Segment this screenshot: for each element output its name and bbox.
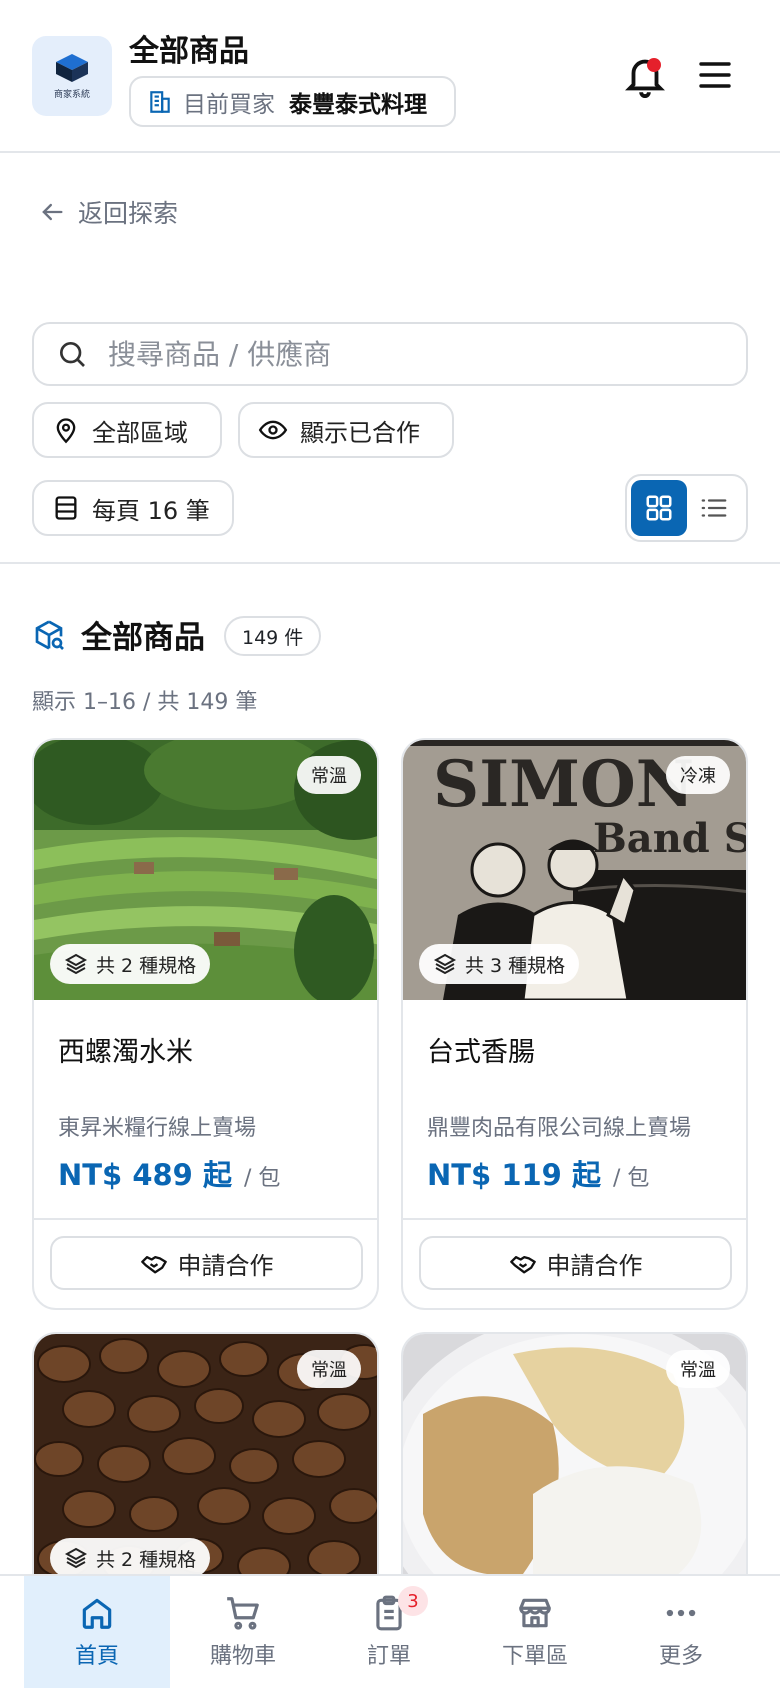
- poster-sign-line-2: Band S: [593, 815, 746, 862]
- product-image-grains-flour[interactable]: 常溫: [403, 1334, 746, 1594]
- card-divider: [34, 1218, 377, 1220]
- nav-item-cart[interactable]: 購物車: [170, 1576, 316, 1688]
- buyer-name: 泰豐泰式料理: [289, 91, 427, 118]
- temperature-badge: 冷凍: [666, 756, 730, 794]
- product-image-vintage-poster[interactable]: SIMON Band S 冷凍 共 3 種規格: [403, 740, 746, 1000]
- arrow-left-icon: [42, 203, 63, 221]
- search-icon: [60, 342, 85, 367]
- orders-count-badge: 3: [398, 1586, 428, 1616]
- card-divider: [403, 1218, 746, 1220]
- per-page-label: 每頁 16 筆: [92, 496, 210, 525]
- app-header: 商家系統 全部商品 目前買家 泰豐泰式料理: [0, 0, 780, 153]
- price-unit: / 包: [612, 1166, 650, 1191]
- nav-item-orders[interactable]: 訂單 3: [316, 1576, 462, 1688]
- cart-icon: [227, 1597, 259, 1630]
- hamburger-menu-icon[interactable]: [697, 58, 733, 92]
- package-search-icon: [35, 620, 64, 650]
- layers-icon: [64, 1547, 88, 1569]
- app-logo[interactable]: 商家系統: [32, 36, 112, 116]
- product-card[interactable]: 常溫 共 2 種規格 西螺濁水米 東昇米糧行線上賣場 NT$ 489 起 / 包…: [32, 738, 379, 1310]
- variant-count-badge: 共 2 種規格: [50, 1538, 211, 1578]
- product-price: NT$ 489 起: [58, 1158, 232, 1192]
- back-to-explore-link[interactable]: 返回探索: [38, 194, 178, 230]
- request-partnership-label: 申請合作: [546, 1251, 643, 1280]
- handshake-icon: [509, 1256, 536, 1274]
- nav-item-order-zone[interactable]: 下單區: [462, 1576, 608, 1688]
- nav-item-home[interactable]: 首頁: [24, 1576, 170, 1688]
- product-name[interactable]: 台式香腸: [427, 1030, 535, 1069]
- show-partnered-label: 顯示已合作: [300, 418, 420, 447]
- vendor-name[interactable]: 鼎豐肉品有限公司線上賣場: [427, 1110, 691, 1142]
- request-partnership-label: 申請合作: [177, 1251, 274, 1280]
- temperature-badge: 常溫: [666, 1350, 730, 1388]
- search-input[interactable]: [108, 337, 708, 371]
- request-partnership-button[interactable]: 申請合作: [419, 1236, 732, 1290]
- section-divider: [0, 562, 780, 564]
- region-filter-label: 全部區域: [92, 418, 188, 447]
- grid-view-button[interactable]: [631, 480, 687, 536]
- bottom-navigation: 首頁 購物車 訂單 3 下單區 更多: [0, 1574, 780, 1688]
- list-icon: [701, 499, 727, 517]
- back-link-label: 返回探索: [78, 199, 179, 228]
- current-buyer-chip[interactable]: 目前買家 泰豐泰式料理: [129, 76, 456, 127]
- price-block: NT$ 119 起 / 包: [427, 1152, 649, 1194]
- nav-item-more[interactable]: 更多: [608, 1576, 754, 1688]
- result-range-text: 顯示 1–16 / 共 149 筆: [32, 690, 258, 715]
- logo-text: 商家系統: [53, 90, 90, 100]
- nav-label-orders: 訂單: [366, 1644, 411, 1669]
- variant-count-label: 共 2 種規格: [96, 954, 197, 977]
- notification-dot: [647, 58, 661, 72]
- variant-count-badge: 共 3 種規格: [419, 944, 580, 984]
- layers-icon: [64, 953, 88, 975]
- product-card[interactable]: SIMON Band S 冷凍 共 3 種規格 台式香腸 鼎豐肉品有限公司線上賣…: [401, 738, 748, 1310]
- layers-icon: [433, 953, 457, 975]
- temperature-badge: 常溫: [297, 756, 361, 794]
- region-filter-button[interactable]: 全部區域: [32, 402, 222, 458]
- handshake-icon: [140, 1256, 167, 1274]
- product-name[interactable]: 西螺濁水米: [58, 1030, 193, 1069]
- store-icon: [519, 1598, 551, 1628]
- product-price: NT$ 119 起: [427, 1158, 601, 1192]
- search-box[interactable]: [32, 322, 748, 386]
- variant-count-label: 共 3 種規格: [465, 954, 566, 977]
- variant-count-badge: 共 2 種規格: [50, 944, 211, 984]
- product-count-badge: 149 件: [224, 616, 322, 656]
- view-mode-toggle: [625, 474, 748, 542]
- nav-label-order-zone: 下單區: [501, 1644, 568, 1669]
- more-icon: [666, 1609, 696, 1617]
- product-image-coffee-beans[interactable]: 常溫 共 2 種規格: [34, 1334, 377, 1594]
- poster-sign-line-1: SIMON: [433, 747, 694, 822]
- request-partnership-button[interactable]: 申請合作: [50, 1236, 363, 1290]
- nav-label-cart: 購物車: [209, 1644, 276, 1669]
- variant-count-label: 共 2 種規格: [96, 1548, 197, 1571]
- buyer-label: 目前買家: [183, 91, 275, 118]
- page-title: 全部商品: [129, 34, 249, 69]
- grid-icon: [646, 495, 672, 521]
- nav-label-home: 首頁: [74, 1644, 119, 1669]
- notification-bell-icon[interactable]: [622, 52, 668, 98]
- section-title: 全部商品: [81, 620, 205, 656]
- vendor-name[interactable]: 東昇米糧行線上賣場: [58, 1110, 256, 1142]
- price-block: NT$ 489 起 / 包: [58, 1152, 280, 1194]
- building-icon: [150, 90, 170, 113]
- per-page-select[interactable]: 每頁 16 筆: [32, 480, 234, 536]
- map-pin-icon: [56, 418, 76, 444]
- nav-label-more: 更多: [658, 1644, 703, 1669]
- temperature-badge: 常溫: [297, 1350, 361, 1388]
- home-icon: [82, 1598, 112, 1629]
- box-logo-icon: [56, 54, 88, 82]
- table-icon: [55, 496, 77, 520]
- product-image-rice-terraces[interactable]: 常溫 共 2 種規格: [34, 740, 377, 1000]
- show-partnered-toggle[interactable]: 顯示已合作: [238, 402, 454, 458]
- list-view-button[interactable]: [687, 480, 743, 536]
- eye-icon: [258, 420, 288, 440]
- price-unit: / 包: [243, 1166, 281, 1191]
